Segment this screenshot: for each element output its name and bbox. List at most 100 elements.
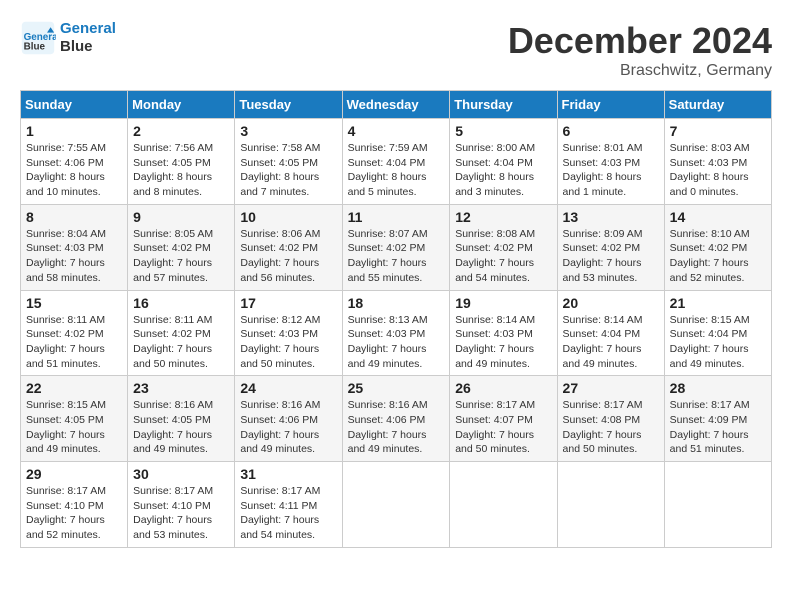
day-number: 11 [348,209,445,225]
day-number: 9 [133,209,229,225]
day-number: 13 [563,209,659,225]
day-info: Sunrise: 7:59 AMSunset: 4:04 PMDaylight:… [348,141,445,200]
day-info: Sunrise: 8:11 AMSunset: 4:02 PMDaylight:… [133,313,229,372]
day-number: 8 [26,209,122,225]
weekday-header-tuesday: Tuesday [235,91,342,119]
calendar-day-cell: 9 Sunrise: 8:05 AMSunset: 4:02 PMDaylight… [128,204,235,290]
calendar-week-row: 15 Sunrise: 8:11 AMSunset: 4:02 PMDayligh… [21,290,772,376]
calendar-day-cell: 11 Sunrise: 8:07 AMSunset: 4:02 PMDayligh… [342,204,450,290]
day-number: 14 [670,209,766,225]
day-number: 30 [133,466,229,482]
day-number: 22 [26,380,122,396]
day-number: 29 [26,466,122,482]
calendar-day-cell: 25Sunrise: 8:16 AMSunset: 4:06 PMDayligh… [342,376,450,462]
day-number: 4 [348,123,445,139]
logo-icon: General Blue [20,20,56,56]
weekday-header-monday: Monday [128,91,235,119]
calendar-day-cell: 3Sunrise: 7:58 AMSunset: 4:05 PMDaylight… [235,119,342,205]
day-info: Sunrise: 8:09 AMSunset: 4:02 PMDaylight:… [563,227,659,286]
day-info: Sunrise: 8:17 AMSunset: 4:09 PMDaylight:… [670,398,766,457]
calendar-week-row: 29 Sunrise: 8:17 AMSunset: 4:10 PMDayligh… [21,462,772,548]
calendar-header-row: SundayMondayTuesdayWednesdayThursdayFrid… [21,91,772,119]
calendar-day-cell: 30 Sunrise: 8:17 AMSunset: 4:10 PMDayligh… [128,462,235,548]
empty-cell [450,462,557,548]
svg-text:Blue: Blue [24,42,46,53]
day-info: Sunrise: 8:15 AMSunset: 4:05 PMDaylight:… [26,398,122,457]
day-info: Sunrise: 8:17 AMSunset: 4:08 PMDaylight:… [563,398,659,457]
empty-cell [342,462,450,548]
location-title: Braschwitz, Germany [508,62,772,80]
day-info: Sunrise: 8:17 AMSunset: 4:10 PMDaylight:… [133,484,229,543]
page-header: General Blue General Blue December 2024 … [20,20,772,80]
day-info: Sunrise: 8:16 AMSunset: 4:06 PMDaylight:… [348,398,445,457]
day-number: 21 [670,295,766,311]
day-info: Sunrise: 8:17 AMSunset: 4:10 PMDaylight:… [26,484,122,543]
day-number: 7 [670,123,766,139]
calendar-day-cell: 29 Sunrise: 8:17 AMSunset: 4:10 PMDayligh… [21,462,128,548]
calendar-week-row: 8 Sunrise: 8:04 AMSunset: 4:03 PMDaylight… [21,204,772,290]
day-info: Sunrise: 8:07 AMSunset: 4:02 PMDaylight:… [348,227,445,286]
calendar-day-cell: 24Sunrise: 8:16 AMSunset: 4:06 PMDayligh… [235,376,342,462]
day-number: 19 [455,295,551,311]
calendar-day-cell: 18Sunrise: 8:13 AMSunset: 4:03 PMDayligh… [342,290,450,376]
day-info: Sunrise: 8:16 AMSunset: 4:06 PMDaylight:… [240,398,336,457]
day-info: Sunrise: 8:17 AMSunset: 4:11 PMDaylight:… [240,484,336,543]
calendar-day-cell: 26 Sunrise: 8:17 AMSunset: 4:07 PMDayligh… [450,376,557,462]
day-number: 5 [455,123,551,139]
calendar-day-cell: 8 Sunrise: 8:04 AMSunset: 4:03 PMDaylight… [21,204,128,290]
day-info: Sunrise: 8:00 AMSunset: 4:04 PMDaylight:… [455,141,551,200]
calendar-table: SundayMondayTuesdayWednesdayThursdayFrid… [20,90,772,548]
day-info: Sunrise: 8:17 AMSunset: 4:07 PMDaylight:… [455,398,551,457]
calendar-day-cell: 31Sunrise: 8:17 AMSunset: 4:11 PMDayligh… [235,462,342,548]
day-info: Sunrise: 8:12 AMSunset: 4:03 PMDaylight:… [240,313,336,372]
weekday-header-saturday: Saturday [664,91,771,119]
calendar-day-cell: 2 Sunrise: 7:56 AMSunset: 4:05 PMDaylight… [128,119,235,205]
day-info: Sunrise: 8:04 AMSunset: 4:03 PMDaylight:… [26,227,122,286]
month-title: December 2024 [508,20,772,62]
day-number: 10 [240,209,336,225]
calendar-day-cell: 13 Sunrise: 8:09 AMSunset: 4:02 PMDayligh… [557,204,664,290]
day-number: 18 [348,295,445,311]
day-info: Sunrise: 8:14 AMSunset: 4:03 PMDaylight:… [455,313,551,372]
day-info: Sunrise: 7:56 AMSunset: 4:05 PMDaylight:… [133,141,229,200]
weekday-header-wednesday: Wednesday [342,91,450,119]
day-info: Sunrise: 7:55 AMSunset: 4:06 PMDaylight:… [26,141,122,200]
day-number: 6 [563,123,659,139]
weekday-header-sunday: Sunday [21,91,128,119]
day-info: Sunrise: 8:03 AMSunset: 4:03 PMDaylight:… [670,141,766,200]
calendar-day-cell: 27Sunrise: 8:17 AMSunset: 4:08 PMDayligh… [557,376,664,462]
day-info: Sunrise: 8:08 AMSunset: 4:02 PMDaylight:… [455,227,551,286]
logo-text-general: General [60,20,116,38]
calendar-day-cell: 1 Sunrise: 7:55 AMSunset: 4:06 PMDaylight… [21,119,128,205]
calendar-day-cell: 5 Sunrise: 8:00 AMSunset: 4:04 PMDaylight… [450,119,557,205]
day-number: 23 [133,380,229,396]
weekday-header-thursday: Thursday [450,91,557,119]
day-info: Sunrise: 7:58 AMSunset: 4:05 PMDaylight:… [240,141,336,200]
day-info: Sunrise: 8:15 AMSunset: 4:04 PMDaylight:… [670,313,766,372]
title-area: December 2024 Braschwitz, Germany [508,20,772,80]
day-number: 17 [240,295,336,311]
day-number: 1 [26,123,122,139]
day-number: 15 [26,295,122,311]
calendar-day-cell: 20Sunrise: 8:14 AMSunset: 4:04 PMDayligh… [557,290,664,376]
calendar-day-cell: 7 Sunrise: 8:03 AMSunset: 4:03 PMDaylight… [664,119,771,205]
day-number: 2 [133,123,229,139]
calendar-day-cell: 22 Sunrise: 8:15 AMSunset: 4:05 PMDayligh… [21,376,128,462]
day-info: Sunrise: 8:05 AMSunset: 4:02 PMDaylight:… [133,227,229,286]
day-number: 12 [455,209,551,225]
calendar-day-cell: 17 Sunrise: 8:12 AMSunset: 4:03 PMDayligh… [235,290,342,376]
calendar-week-row: 22 Sunrise: 8:15 AMSunset: 4:05 PMDayligh… [21,376,772,462]
calendar-day-cell: 15Sunrise: 8:11 AMSunset: 4:02 PMDayligh… [21,290,128,376]
day-info: Sunrise: 8:16 AMSunset: 4:05 PMDaylight:… [133,398,229,457]
day-info: Sunrise: 8:06 AMSunset: 4:02 PMDaylight:… [240,227,336,286]
logo-text-blue: Blue [60,38,116,56]
day-info: Sunrise: 8:10 AMSunset: 4:02 PMDaylight:… [670,227,766,286]
day-number: 16 [133,295,229,311]
logo: General Blue General Blue [20,20,116,56]
day-number: 26 [455,380,551,396]
calendar-day-cell: 16 Sunrise: 8:11 AMSunset: 4:02 PMDayligh… [128,290,235,376]
day-number: 20 [563,295,659,311]
calendar-week-row: 1 Sunrise: 7:55 AMSunset: 4:06 PMDaylight… [21,119,772,205]
calendar-day-cell: 28Sunrise: 8:17 AMSunset: 4:09 PMDayligh… [664,376,771,462]
empty-cell [664,462,771,548]
